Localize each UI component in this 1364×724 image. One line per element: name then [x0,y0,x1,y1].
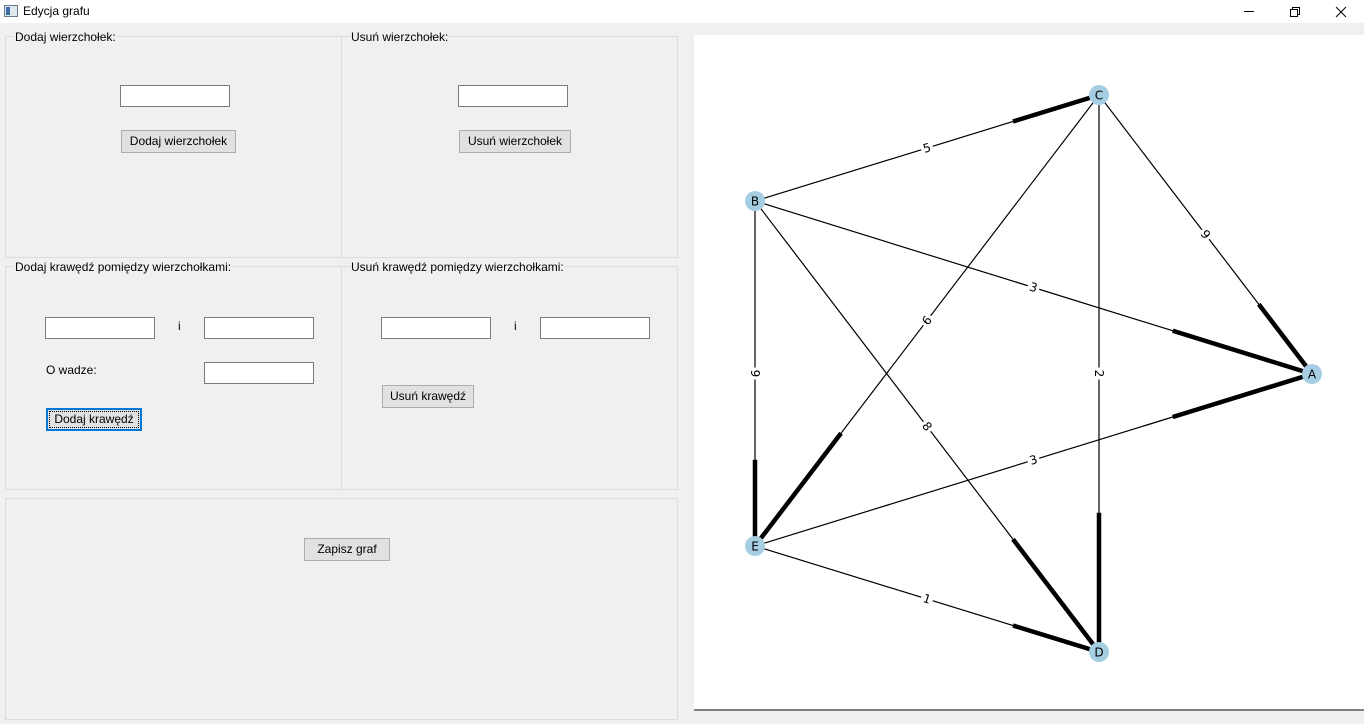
controls-panel: Dodaj wierzchołek: Dodaj wierzchołek Usu… [0,23,694,724]
minimize-icon [1244,11,1254,12]
graph-canvas-area: 593629831ABCDE [694,23,1364,724]
save-group: Zapisz graf [5,498,678,720]
node-label-A: A [1308,368,1317,382]
weight-label: O wadze: [46,363,97,377]
add-vertex-title: Dodaj wierzchołek: [14,30,117,44]
add-edge-from-input[interactable] [45,317,155,339]
remove-edge-to-input[interactable] [540,317,650,339]
remove-vertex-group: Usuń wierzchołek: Usuń wierzchołek [341,31,678,258]
add-vertex-group: Dodaj wierzchołek: Dodaj wierzchołek [5,31,342,258]
remove-vertex-button[interactable]: Usuń wierzchołek [459,130,571,153]
remove-edge-and-label: i [514,319,517,333]
graph-drawing: 593629831ABCDE [745,85,1322,662]
restore-button[interactable] [1272,0,1318,23]
add-edge-to-input[interactable] [204,317,314,339]
node-label-E: E [751,540,759,554]
save-graph-button[interactable]: Zapisz graf [304,538,390,561]
add-vertex-input[interactable] [120,85,230,107]
graph-canvas[interactable]: 593629831ABCDE [694,35,1364,711]
remove-vertex-input[interactable] [458,85,568,107]
remove-edge-title: Usuń krawędź pomiędzy wierzchołkami: [350,260,565,274]
remove-edge-button[interactable]: Usuń krawędź [382,385,474,408]
minimize-button[interactable] [1226,0,1272,23]
remove-vertex-title: Usuń wierzchołek: [350,30,450,44]
close-button[interactable] [1318,0,1364,23]
edge-weight-label: 2 [1092,370,1106,378]
add-edge-and-label: i [178,319,181,333]
add-edge-button[interactable]: Dodaj krawędź [46,408,142,431]
edge-weight-label: 9 [748,370,762,378]
node-label-C: C [1095,89,1103,103]
close-icon [1335,6,1347,18]
add-vertex-button[interactable]: Dodaj wierzchołek [121,130,236,153]
node-label-B: B [751,195,759,209]
add-edge-title: Dodaj krawędź pomiędzy wierzchołkami: [14,260,233,274]
restore-icon [1290,7,1300,17]
window-title: Edycja grafu [23,4,90,18]
title-bar: Edycja grafu [0,0,1364,23]
remove-edge-group: Usuń krawędź pomiędzy wierzchołkami: i U… [341,261,678,490]
node-label-D: D [1094,646,1103,660]
weight-input[interactable] [204,362,314,384]
app-icon [4,5,18,17]
add-edge-group: Dodaj krawędź pomiędzy wierzchołkami: i … [5,261,342,490]
remove-edge-from-input[interactable] [381,317,491,339]
